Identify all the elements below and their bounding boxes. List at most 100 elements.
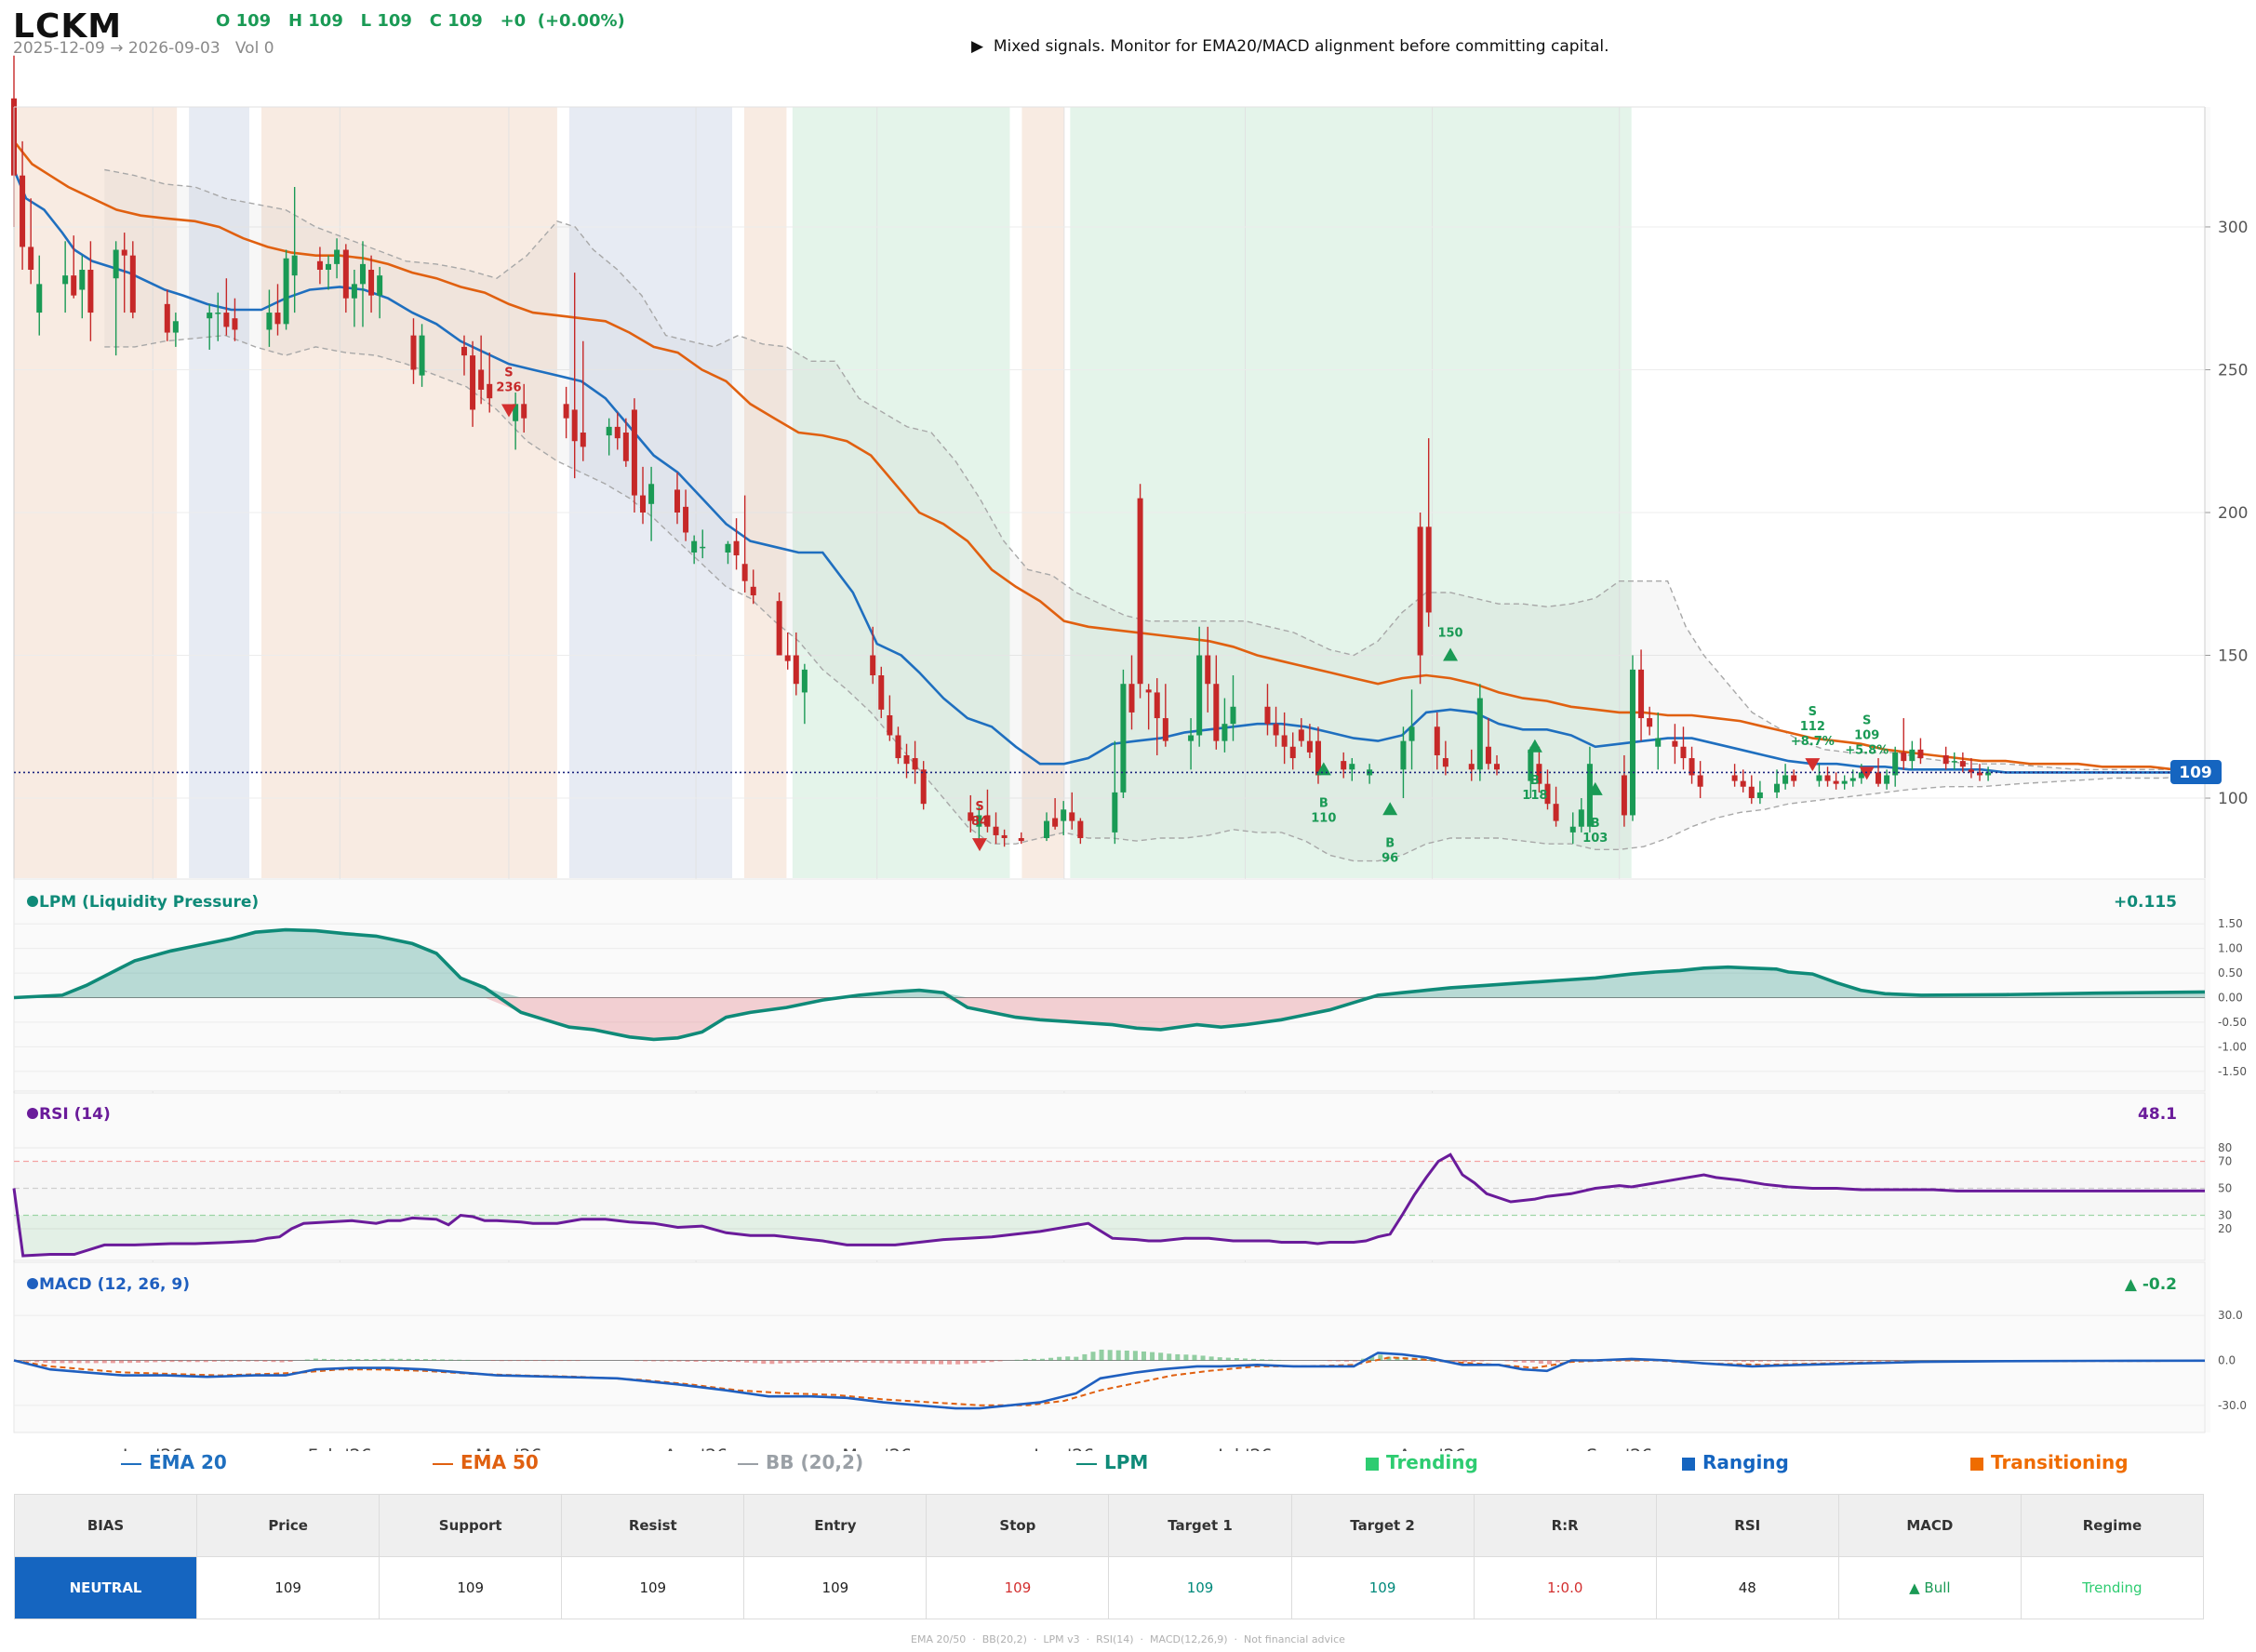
- macd-histogram-bar: [127, 1360, 133, 1364]
- candle: [283, 249, 289, 330]
- macd-histogram-bar: [1039, 1358, 1045, 1361]
- macd-histogram-bar: [271, 1360, 276, 1363]
- candle-body: [1942, 754, 1949, 765]
- candle-body: [215, 313, 221, 314]
- candle-body: [1731, 775, 1738, 781]
- candle-body: [62, 275, 69, 285]
- candle-body: [563, 404, 569, 419]
- signal-label: 110: [1311, 811, 1336, 825]
- candle-body: [1841, 780, 1848, 784]
- macd-histogram-bar: [1546, 1360, 1552, 1365]
- macd-histogram-bar: [364, 1359, 369, 1361]
- macd-histogram-bar: [186, 1360, 192, 1363]
- candle-body: [1629, 669, 1635, 816]
- signal-label: B: [1591, 817, 1600, 831]
- candle: [1629, 655, 1635, 821]
- rsi-tick-label: 20: [2218, 1222, 2232, 1235]
- macd-histogram-bar: [558, 1360, 564, 1362]
- macd-histogram-bar: [1521, 1360, 1527, 1363]
- candle-body: [1281, 735, 1288, 747]
- macd-histogram-bar: [26, 1360, 32, 1362]
- candle-body: [750, 586, 756, 596]
- macd-histogram-bar: [761, 1360, 767, 1365]
- lpm-tick-label: 0.50: [2218, 966, 2243, 979]
- candle-body: [291, 255, 298, 276]
- macd-histogram-bar: [811, 1360, 817, 1363]
- candle-body: [674, 489, 680, 513]
- macd-histogram-bar: [871, 1360, 876, 1364]
- rsi-dot-icon: [27, 1108, 38, 1119]
- signal-label: 236: [496, 380, 521, 394]
- candle-body: [1782, 775, 1789, 784]
- macd-histogram-bar: [93, 1360, 99, 1364]
- macd-histogram-bar: [136, 1360, 141, 1363]
- candle-body: [1476, 698, 1483, 770]
- macd-histogram-bar: [533, 1360, 539, 1362]
- macd-histogram-bar: [372, 1359, 378, 1361]
- summary-header: MACD: [1837, 1494, 2022, 1557]
- macd-histogram-bar: [1225, 1357, 1231, 1361]
- ranging-square-icon: [1682, 1457, 1695, 1471]
- candle-body: [993, 826, 999, 835]
- candle-body: [571, 409, 578, 442]
- macd-histogram-bar: [330, 1359, 336, 1361]
- macd-histogram-bar: [237, 1360, 243, 1362]
- macd-histogram-bar: [1234, 1358, 1239, 1361]
- candle-body: [470, 355, 476, 410]
- candle-body: [521, 404, 527, 419]
- macd-histogram-bar: [1124, 1350, 1129, 1361]
- macd-histogram-bar: [634, 1360, 640, 1362]
- candle-body: [1061, 809, 1067, 821]
- macd-histogram-bar: [1538, 1360, 1543, 1365]
- price-value: 109: [196, 1556, 380, 1619]
- macd-title: MACD (12, 26, 9): [39, 1275, 190, 1294]
- candle-body: [1112, 792, 1118, 833]
- candle-body: [895, 735, 901, 759]
- macd-histogram-bar: [929, 1360, 935, 1365]
- summary-header: R:R: [1473, 1494, 1657, 1557]
- macd-histogram-bar: [355, 1359, 361, 1361]
- macd-histogram-bar: [1167, 1353, 1172, 1361]
- signal-label: S: [1862, 713, 1871, 727]
- candle-body: [1647, 718, 1653, 727]
- macd-histogram-bar: [262, 1360, 268, 1362]
- candle: [776, 592, 782, 656]
- macd-histogram-bar: [321, 1358, 327, 1361]
- macd-histogram-bar: [339, 1359, 344, 1361]
- macd-histogram-bar: [1200, 1355, 1206, 1361]
- candle-body: [648, 484, 655, 504]
- candle-body: [1001, 834, 1008, 839]
- legend-bb: BB (20,2): [738, 1451, 863, 1473]
- candle-body: [1298, 729, 1304, 741]
- macd-histogram-bar: [1327, 1360, 1332, 1362]
- macd-histogram-bar: [736, 1360, 741, 1363]
- macd-histogram-bar: [43, 1360, 48, 1364]
- candle-body: [266, 313, 273, 330]
- macd-histogram-bar: [1192, 1354, 1197, 1361]
- macd-histogram-bar: [1842, 1360, 1848, 1362]
- macd-histogram-bar: [1276, 1359, 1282, 1361]
- macd-histogram-bar: [60, 1360, 65, 1364]
- macd-histogram-bar: [1353, 1360, 1358, 1362]
- candle-body: [1774, 783, 1781, 793]
- macd-histogram-bar: [246, 1360, 251, 1362]
- candle-body: [776, 601, 782, 656]
- macd-histogram-bar: [101, 1360, 107, 1364]
- candle-body: [419, 335, 425, 376]
- candle-body: [478, 369, 485, 390]
- macd-histogram-bar: [651, 1360, 657, 1362]
- macd-histogram-bar: [1868, 1360, 1874, 1362]
- price-tick-label: 200: [2218, 504, 2248, 523]
- macd-histogram-bar: [921, 1360, 927, 1365]
- signal-label: +8.7%: [1791, 735, 1835, 749]
- signal-label: B: [1385, 836, 1395, 850]
- trending-square-icon: [1366, 1457, 1379, 1471]
- macd-histogram-bar: [1800, 1360, 1806, 1362]
- chart-legend: EMA 20 EMA 50 BB (20,2) LPM Trending Ran…: [0, 1451, 2256, 1479]
- macd-histogram-bar: [1074, 1356, 1079, 1361]
- macd-histogram-bar: [837, 1360, 843, 1363]
- macd-dot-icon: [27, 1278, 38, 1289]
- candle-body: [640, 495, 647, 513]
- candle: [1120, 669, 1127, 799]
- candle-body: [316, 260, 323, 271]
